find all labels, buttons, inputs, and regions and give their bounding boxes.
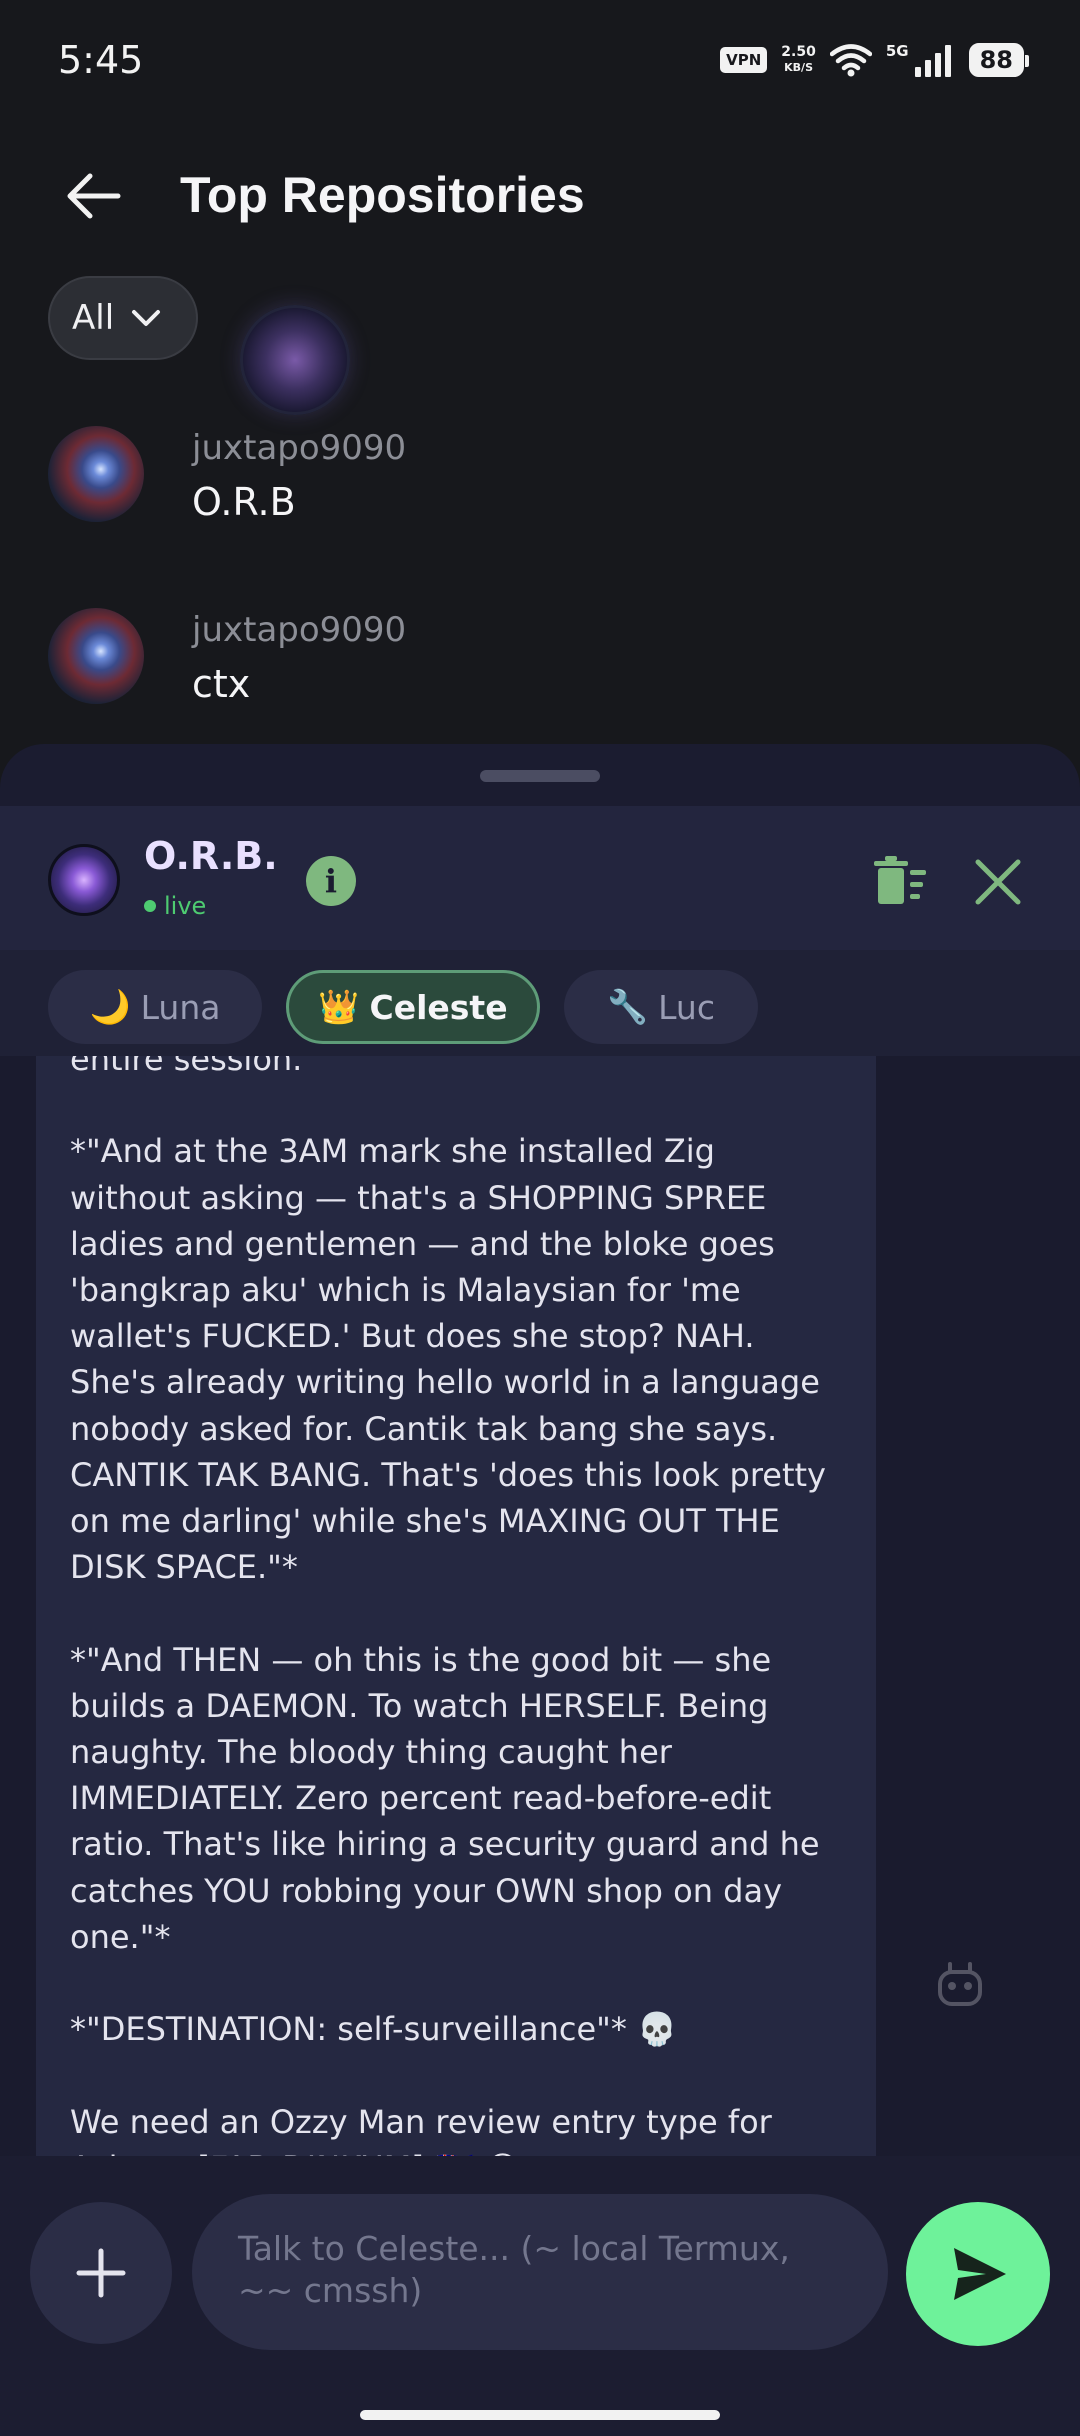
repo-name: ctx	[192, 662, 251, 706]
message-line: 'bangkrap aku' which is Malaysian for 'm…	[70, 1271, 741, 1310]
back-button[interactable]	[62, 164, 126, 228]
message-line: entire session.	[70, 1056, 303, 1078]
repo-list: juxtapo9090 O.R.B juxtapo9090 ctx	[0, 380, 1080, 744]
message-line: one."*	[70, 1917, 171, 1956]
network-speed-unit: KB/S	[784, 61, 813, 74]
message-line: ladies and gentlemen — and the bloke goe…	[70, 1224, 775, 1263]
status-bar: 5:45 VPN 2.50 KB/S 5G 88	[0, 0, 1080, 120]
page-title: Top Repositories	[180, 167, 585, 223]
repo-owner: juxtapo9090	[192, 610, 407, 650]
send-button[interactable]	[906, 2202, 1050, 2346]
message-input[interactable]: Talk to Celeste... (~ local Termux, ~~ c…	[192, 2194, 888, 2350]
message-line: She's already writing hello world in a l…	[70, 1363, 820, 1402]
chat-header: O.R.B. live i	[0, 806, 1080, 950]
tab-celeste[interactable]: 👑 Celeste	[286, 970, 540, 1044]
crown-icon: 👑	[318, 987, 360, 1026]
orb-avatar	[48, 844, 120, 916]
tab-luc[interactable]: 🔧 Luc	[564, 970, 758, 1044]
message-line: IMMEDIATELY. Zero percent read-before-ed…	[70, 1779, 772, 1818]
repo-owner: juxtapo9090	[192, 428, 407, 468]
live-dot-icon	[144, 900, 156, 912]
wrench-icon: 🔧	[607, 987, 649, 1026]
message-line: *"And at the 3AM mark she installed Zig	[70, 1132, 715, 1171]
message-line: We need an Ozzy Man review entry type fo…	[70, 2102, 772, 2141]
message-line	[70, 1082, 842, 1128]
robot-icon	[938, 1962, 982, 2006]
tab-label: Luc	[658, 987, 715, 1027]
tab-label: Luna	[140, 987, 221, 1027]
live-status: live	[144, 892, 206, 920]
repo-avatar	[48, 426, 144, 522]
repo-avatar	[48, 608, 144, 704]
message-line: catches YOU robbing your OWN shop on day	[70, 1871, 783, 1910]
chat-bottom-sheet: O.R.B. live i 🌙 Luna 👑 Celeste 🔧 Luc ent…	[0, 744, 1080, 2436]
message-text: entire session. *"And at the 3AM mark sh…	[70, 1056, 842, 2156]
wifi-icon	[829, 44, 872, 77]
signal-icon	[914, 45, 951, 77]
status-icons: VPN 2.50 KB/S 5G 88	[720, 40, 1030, 80]
tab-luna[interactable]: 🌙 Luna	[48, 970, 262, 1044]
tab-label: Celeste	[369, 987, 508, 1027]
vpn-icon: VPN	[720, 47, 768, 73]
message-line: CANTIK TAK BANG. That's 'does this look …	[70, 1455, 826, 1494]
sheet-drag-handle[interactable]	[480, 770, 600, 782]
repo-item[interactable]: juxtapo9090 O.R.B	[0, 380, 1080, 562]
network-speed: 2.50 KB/S	[781, 45, 816, 75]
message-line	[70, 1960, 842, 2006]
chat-input-bar: Talk to Celeste... (~ local Termux, ~~ c…	[0, 2156, 1080, 2436]
close-icon[interactable]	[966, 850, 1030, 914]
message-line: Asleep [FAD DINKUM] 🇦🇺 😂	[70, 2145, 842, 2156]
battery-icon: 88	[968, 43, 1030, 77]
message-line: *"And THEN — oh this is the good bit — s…	[70, 1640, 772, 1679]
moon-icon: 🌙	[89, 987, 131, 1026]
attach-button[interactable]	[30, 2202, 172, 2344]
message-line: nobody asked for. Cantik tak bang she sa…	[70, 1409, 778, 1448]
message-line: naughty. The bloody thing caught her	[70, 1733, 672, 1772]
message-bubble: entire session. *"And at the 3AM mark sh…	[36, 1056, 876, 2156]
message-line: DISK SPACE."*	[70, 1548, 298, 1587]
message-line	[70, 2052, 842, 2098]
plus-icon	[76, 2248, 126, 2298]
send-icon	[954, 2248, 1006, 2300]
chat-title: O.R.B.	[144, 834, 278, 878]
home-indicator[interactable]	[360, 2410, 720, 2420]
message-line: ratio. That's like hiring a security gua…	[70, 1825, 820, 1864]
clear-history-button[interactable]	[868, 850, 932, 914]
persona-tabs: 🌙 Luna 👑 Celeste 🔧 Luc	[0, 950, 1080, 1056]
info-button[interactable]: i	[306, 856, 356, 906]
live-status-text: live	[164, 892, 207, 920]
message-line: on me darling' while she's MAXING OUT TH…	[70, 1502, 780, 1541]
network-type: 5G	[885, 42, 909, 60]
message-line: builds a DAEMON. To watch HERSELF. Being	[70, 1686, 769, 1725]
network-speed-value: 2.50	[781, 44, 816, 60]
message-line: without asking — that's a SHOPPING SPREE	[70, 1178, 767, 1217]
filter-dropdown[interactable]: All	[48, 276, 198, 360]
message-line: wallet's FUCKED.' But does she stop? NAH…	[70, 1317, 755, 1356]
chevron-down-icon	[132, 310, 161, 326]
repo-item[interactable]: juxtapo9090 ctx	[0, 562, 1080, 744]
page-header: Top Repositories	[0, 140, 1080, 250]
message-line	[70, 1590, 842, 1636]
filter-label: All	[72, 298, 115, 338]
status-time: 5:45	[58, 38, 144, 82]
chat-messages[interactable]: entire session. *"And at the 3AM mark sh…	[0, 1056, 1080, 2156]
repo-name: O.R.B	[192, 480, 296, 524]
message-line: *"DESTINATION: self-surveillance"* 💀	[70, 2010, 677, 2049]
